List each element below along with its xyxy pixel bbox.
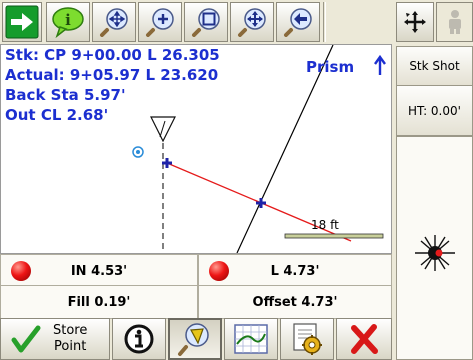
store-point-button[interactable]: Store Point xyxy=(0,318,110,360)
left-status-led xyxy=(209,261,229,281)
tips-button[interactable]: i xyxy=(46,2,90,42)
actual-info: Actual: 9+05.97 L 23.620 xyxy=(5,66,219,84)
store-point-label-2: Point xyxy=(54,339,87,354)
gear-icon xyxy=(293,323,322,355)
toolbar-divider xyxy=(323,2,326,42)
fill-readout: Fill 0.19' xyxy=(0,285,198,319)
prism-mode-button[interactable] xyxy=(168,318,222,360)
prism-arrow-icon xyxy=(374,54,386,75)
ht-button[interactable]: HT: 0.00' xyxy=(396,86,473,136)
info-icon xyxy=(124,324,154,354)
small-move-button[interactable] xyxy=(396,2,434,42)
in-status-led xyxy=(11,261,31,281)
previous-view-icon xyxy=(284,8,312,37)
in-value: IN 4.53' xyxy=(70,263,128,279)
scale-label: 18 ft xyxy=(311,218,339,232)
settings-button[interactable] xyxy=(280,318,334,360)
previous-view-button[interactable] xyxy=(276,2,320,42)
zoom-window-button[interactable] xyxy=(184,2,228,42)
fill-value: Fill 0.19' xyxy=(67,294,131,310)
prism-marker-inner xyxy=(136,150,140,154)
stake-shot-label: Stk Shot xyxy=(409,59,460,73)
zoom-window-icon xyxy=(192,8,220,37)
store-point-label-1: Store xyxy=(53,323,88,338)
small-move-icon xyxy=(404,11,426,33)
stake-shot-button[interactable]: Stk Shot xyxy=(396,46,473,86)
close-icon xyxy=(351,324,378,354)
profile-chart-icon xyxy=(234,324,268,354)
offset-readout: Offset 4.73' xyxy=(198,285,392,319)
top-toolbar: i xyxy=(0,0,473,44)
back-station-info: Back Sta 5.97' xyxy=(5,86,126,104)
in-readout: IN 4.53' xyxy=(0,254,198,288)
stake-point-marker xyxy=(256,198,266,208)
disabled-person-icon xyxy=(448,10,461,34)
svg-text:i: i xyxy=(65,11,71,29)
prism-mode-icon xyxy=(178,323,209,356)
prism-target-panel xyxy=(396,136,473,360)
zoom-in-button[interactable] xyxy=(138,2,182,42)
cancel-button[interactable] xyxy=(336,318,392,360)
arrow-right-icon xyxy=(5,5,39,39)
laser-target-icon xyxy=(415,235,455,271)
scale-bar xyxy=(284,233,384,239)
left-readout: L 4.73' xyxy=(198,254,392,288)
station-info: Stk: CP 9+00.00 L 26.305 xyxy=(5,46,220,64)
zoom-extents-icon xyxy=(100,8,128,37)
stakeout-plot[interactable]: Stk: CP 9+00.00 L 26.305 Actual: 9+05.97… xyxy=(0,44,392,254)
zoom-in-icon xyxy=(146,8,174,37)
disabled-person-button[interactable] xyxy=(436,2,473,42)
left-value: L 4.73' xyxy=(270,263,320,279)
offset-value: Offset 4.73' xyxy=(252,294,338,310)
prism-label: Prism xyxy=(306,58,355,76)
zoom-extents-button[interactable] xyxy=(92,2,136,42)
tip-icon: i xyxy=(52,7,84,39)
profile-view-button[interactable] xyxy=(224,318,278,360)
pan-icon xyxy=(238,8,266,37)
check-icon xyxy=(11,325,41,353)
ht-label: HT: 0.00' xyxy=(408,103,461,118)
info-button[interactable] xyxy=(112,318,166,360)
pan-button[interactable] xyxy=(230,2,274,42)
accept-arrow-button[interactable] xyxy=(2,2,42,42)
out-centerline-info: Out CL 2.68' xyxy=(5,106,109,124)
